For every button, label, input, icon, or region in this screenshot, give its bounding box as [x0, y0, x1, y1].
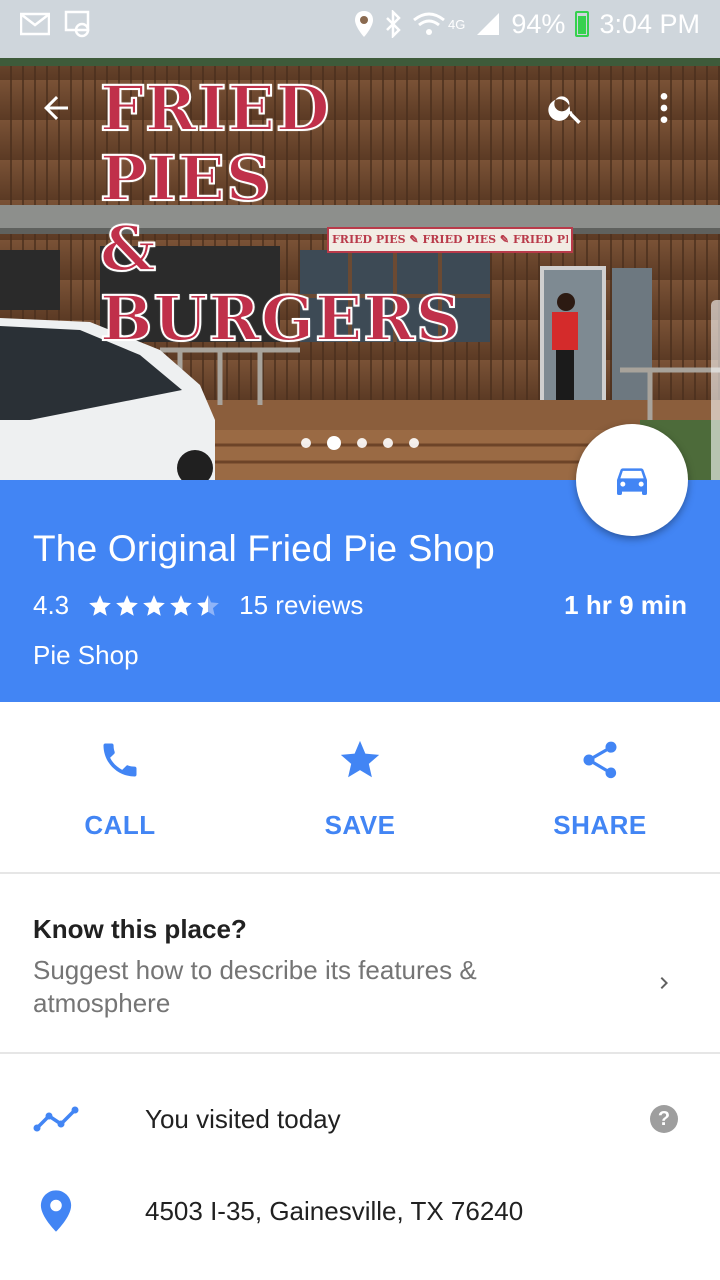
place-photo[interactable]: FRIED PIES & BURGERS FRIED PIES ✎ FRIED …: [0, 0, 720, 480]
know-this-place-card[interactable]: Know this place? Suggest how to describe…: [0, 876, 720, 1054]
pager-dot[interactable]: [409, 438, 419, 448]
search-button[interactable]: [538, 80, 594, 136]
pager-dot[interactable]: [357, 438, 367, 448]
rating-row: 4.3 15 reviews: [33, 590, 363, 621]
search-icon: [548, 96, 581, 124]
star-full-icon: [89, 594, 111, 616]
chevron-right-icon: [660, 977, 668, 989]
action-bar: CALL SAVE SHARE: [0, 702, 720, 874]
visited-text: You visited today: [145, 1103, 341, 1134]
share-button[interactable]: SHARE: [480, 702, 720, 872]
reviews-link[interactable]: 15 reviews: [239, 590, 363, 621]
save-button[interactable]: SAVE: [240, 702, 480, 872]
directions-button[interactable]: [576, 424, 688, 536]
pager-dot-active[interactable]: [327, 436, 341, 450]
signal-icon: [477, 13, 500, 35]
place-pin-icon: [40, 1190, 72, 1232]
gmail-notification-icon: [20, 12, 50, 36]
location-icon: [355, 11, 374, 37]
phone-icon: [103, 743, 137, 777]
share-label: SHARE: [553, 810, 647, 840]
more-vert-icon: [660, 93, 668, 123]
app-bar: [0, 60, 720, 156]
visited-row: You visited today ?: [0, 1073, 720, 1165]
know-title: Know this place?: [33, 914, 247, 944]
timeline-icon: [33, 1106, 79, 1132]
star-half-icon: [197, 594, 219, 616]
screen-mirror-icon: [64, 10, 90, 38]
place-title: The Original Fried Pie Shop: [33, 528, 495, 569]
place-category: Pie Shop: [33, 640, 139, 670]
star-full-icon: [170, 594, 192, 616]
address-text: 4503 I-35, Gainesville, TX 76240: [145, 1195, 524, 1226]
battery-percent: 94%: [511, 8, 566, 39]
call-label: CALL: [84, 810, 156, 840]
wifi-icon: [413, 12, 445, 35]
help-icon[interactable]: ?: [650, 1105, 678, 1133]
share-icon: [583, 741, 617, 779]
rating-stars: [87, 593, 221, 619]
sign-banner: FRIED PIES ✎ FRIED PIES ✎ FRIED PIES: [332, 233, 568, 246]
pager-dot[interactable]: [301, 438, 311, 448]
travel-time: 1 hr 9 min: [564, 590, 687, 620]
star-icon: [340, 740, 380, 778]
status-bar: 4G 94% 3:04 PM: [0, 0, 720, 48]
back-button[interactable]: [28, 80, 84, 136]
clock: 3:04 PM: [599, 8, 700, 39]
star-full-icon: [116, 594, 138, 616]
car-icon: [617, 468, 647, 495]
rating-value: 4.3: [33, 590, 70, 620]
call-button[interactable]: CALL: [0, 702, 240, 872]
bluetooth-icon: [386, 10, 401, 38]
save-label: SAVE: [324, 810, 396, 840]
star-full-icon: [143, 594, 165, 616]
pager-dot[interactable]: [383, 438, 393, 448]
more-options-button[interactable]: [636, 80, 692, 136]
network-type: 4G: [448, 16, 466, 32]
know-subtitle: Suggest how to describe its features & a…: [33, 955, 477, 1018]
arrow-back-icon: [44, 96, 68, 120]
battery-icon: [575, 11, 590, 37]
address-row[interactable]: 4503 I-35, Gainesville, TX 76240: [0, 1165, 720, 1257]
